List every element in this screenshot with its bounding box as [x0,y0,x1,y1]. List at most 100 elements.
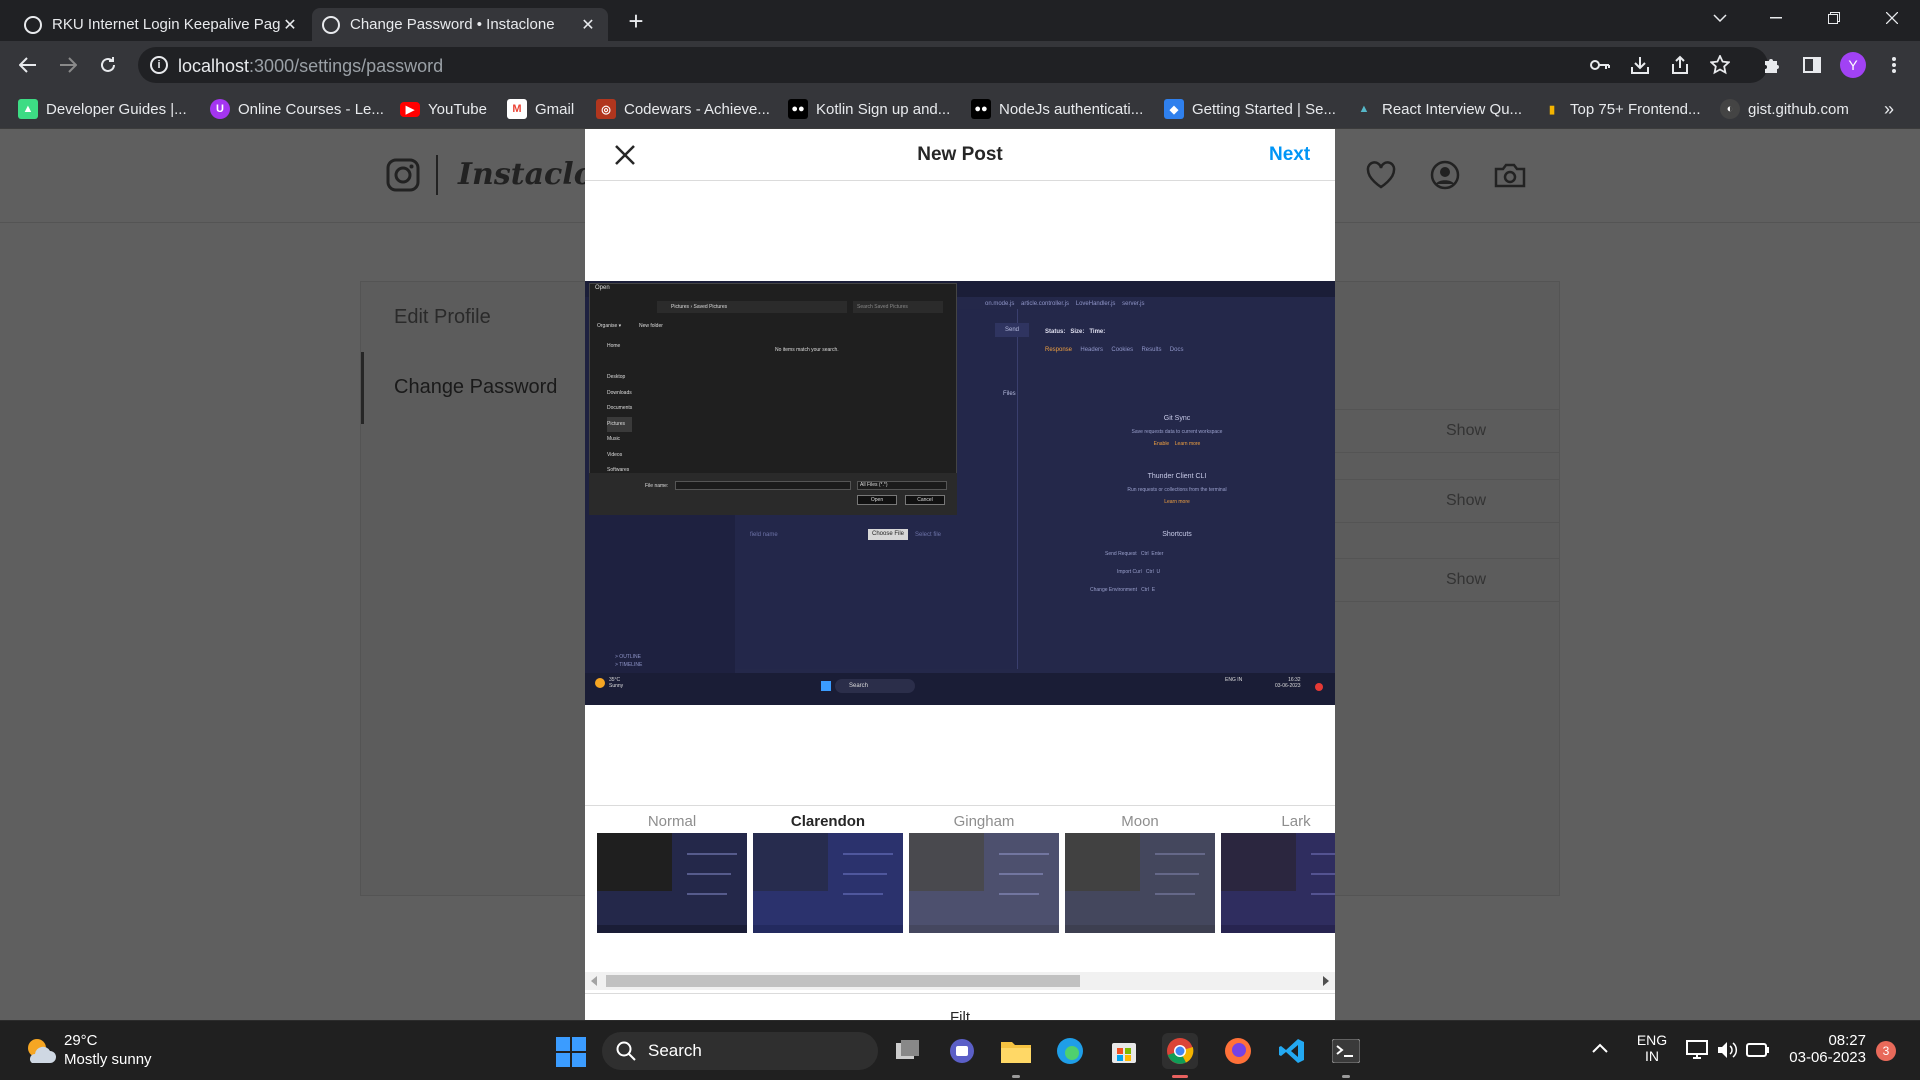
tab-title: RKU Internet Login Keepalive Pag [52,16,280,33]
menu-change-password[interactable]: Change Password [394,376,557,399]
scroll-right-arrow-icon[interactable] [1323,976,1329,986]
close-window-button[interactable] [1864,0,1920,36]
clock[interactable]: 08:27 03-06-2023 [1782,1032,1866,1066]
codewars-icon: ◎ [596,99,616,119]
new-tab-button[interactable]: + [620,6,652,36]
filter-thumbnail[interactable] [753,833,903,933]
edge-browser-icon[interactable] [1052,1033,1088,1069]
bookmark-youtube[interactable]: ▶ YouTube [400,97,487,121]
volume-icon[interactable] [1716,1040,1738,1060]
scrollbar-thumb[interactable] [606,975,1080,987]
forward-arrow-icon[interactable] [52,49,84,81]
show-password-button[interactable]: Show [1446,571,1486,589]
system-tray-chevron-icon[interactable] [1592,1043,1608,1053]
show-password-button[interactable]: Show [1446,422,1486,440]
filter-label: Normal [647,813,697,830]
weather-desc[interactable]: Mostly sunny [64,1051,152,1068]
profile-avatar[interactable]: Y [1840,52,1866,78]
github-icon: ◐ [1720,99,1740,119]
bookmark-top-frontend[interactable]: ▮ Top 75+ Frontend... [1542,97,1701,121]
chrome-icon[interactable] [1162,1033,1198,1069]
install-app-icon[interactable] [1630,55,1650,75]
taskbar-search-box[interactable]: Search [602,1032,878,1070]
side-panel-icon[interactable] [1796,49,1828,81]
bookmark-developer-guides[interactable]: ▲ Developer Guides |... [18,97,187,121]
terminal-icon[interactable] [1328,1033,1364,1069]
filter-label: Lark [1281,813,1311,830]
windows-start-icon[interactable] [556,1037,586,1067]
weather-temp[interactable]: 29°C [64,1032,98,1049]
teams-chat-icon[interactable] [944,1033,980,1069]
restore-button[interactable] [1806,0,1862,36]
weather-sun-cloud-icon[interactable] [24,1035,56,1065]
modal-title: New Post [917,144,1003,165]
password-key-icon[interactable] [1590,56,1610,74]
profile-icon[interactable] [1430,160,1460,190]
filter-thumbnail[interactable] [597,833,747,933]
medium-icon: ●● [788,99,808,119]
scroll-left-arrow-icon[interactable] [591,976,597,986]
tab-search-icon[interactable] [1692,0,1748,36]
bookmark-star-icon[interactable] [1710,55,1730,75]
filter-thumbnail[interactable] [1221,833,1335,933]
youtube-icon: ▶ [400,101,420,117]
bookmark-kotlin[interactable]: ●● Kotlin Sign up and... [788,97,950,121]
logo-divider [436,155,438,195]
share-icon[interactable] [1670,55,1690,75]
browser-toolbar: i localhost:3000/settings/password Y [0,41,1920,89]
new-post-modal: New Post Next on.mode.js article.control… [585,129,1335,1021]
search-icon [616,1041,636,1061]
info-icon[interactable]: i [150,56,168,74]
vscode-icon[interactable] [1274,1033,1310,1069]
instagram-favicon-icon [322,15,340,34]
tab-rku-login[interactable]: RKU Internet Login Keepalive Pag ✕ [14,8,310,41]
file-explorer-icon[interactable] [998,1033,1034,1069]
close-tab-icon[interactable]: ✕ [578,15,598,35]
close-tab-icon[interactable]: ✕ [280,15,300,35]
bookmark-codewars[interactable]: ◎ Codewars - Achieve... [596,97,770,121]
bookmark-online-courses[interactable]: U Online Courses - Le... [210,97,384,121]
post-image-preview: on.mode.js article.controller.js LoveHan… [585,281,1335,705]
microsoft-store-icon[interactable] [1106,1033,1142,1069]
tab-change-password[interactable]: Change Password • Instaclone ✕ [312,8,608,41]
next-button[interactable]: Next [1269,144,1310,166]
filters-scrollbar[interactable] [585,972,1335,990]
language-indicator[interactable]: ENG IN [1636,1032,1668,1064]
show-password-button[interactable]: Show [1446,492,1486,510]
address-bar[interactable]: i localhost:3000/settings/password [138,47,1768,83]
filter-thumbnail[interactable] [909,833,1059,933]
filter-label: Moon [1121,813,1159,830]
filter-label: Clarendon [790,813,866,830]
task-view-icon[interactable] [890,1033,926,1069]
back-arrow-icon[interactable] [12,49,44,81]
notification-badge[interactable]: 3 [1876,1041,1896,1061]
bookmark-getting-started[interactable]: ◆ Getting Started | Se... [1164,97,1336,121]
tab-title: Change Password • Instaclone [350,16,555,33]
bookmark-react-interview[interactable]: ▲ React Interview Qu... [1354,97,1523,121]
network-icon[interactable] [1686,1040,1708,1060]
windows-taskbar: 29°C Mostly sunny Search ENG IN 08:27 03-0… [0,1020,1920,1080]
url-text: localhost:3000/settings/password [178,56,444,76]
minimize-button[interactable] [1748,0,1804,36]
bookmarks-bar: ▲ Developer Guides |... U Online Courses -… [0,89,1920,129]
chrome-menu-icon[interactable] [1878,49,1910,81]
battery-icon[interactable] [1746,1042,1770,1058]
android-icon: ▲ [18,99,38,119]
reload-icon[interactable] [92,49,124,81]
filter-label: Gingham [953,813,1015,830]
instagram-logo-icon[interactable] [386,158,420,192]
heart-icon[interactable] [1366,161,1396,189]
globe-icon [24,15,42,34]
menu-edit-profile[interactable]: Edit Profile [394,306,491,329]
sequelize-icon: ◆ [1164,99,1184,119]
medium-icon: ●● [971,99,991,119]
bookmark-nodejs-auth[interactable]: ●● NodeJs authenticati... [971,97,1143,121]
gmail-icon: M [507,99,527,119]
filter-thumbnail[interactable] [1065,833,1215,933]
firefox-icon[interactable] [1220,1033,1256,1069]
bookmarks-overflow-button[interactable]: » [1884,97,1894,121]
camera-icon[interactable] [1494,162,1526,188]
extensions-puzzle-icon[interactable] [1756,49,1788,81]
bookmark-gmail[interactable]: M Gmail [507,97,574,121]
bookmark-gist-github[interactable]: ◐ gist.github.com [1720,97,1849,121]
